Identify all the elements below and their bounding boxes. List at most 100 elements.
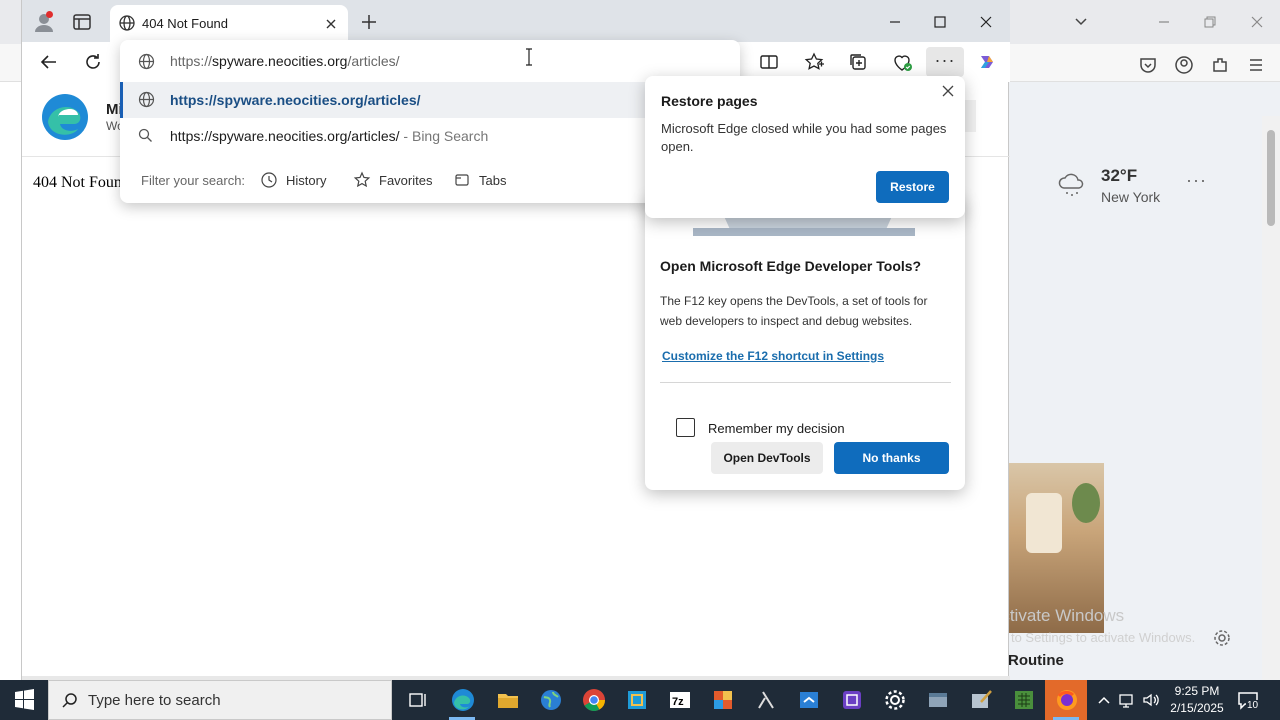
history-clock-icon bbox=[261, 172, 277, 188]
minimize-icon[interactable] bbox=[884, 12, 906, 32]
devtools-prompt-dialog: Open Microsoft Edge Developer Tools? The… bbox=[645, 196, 965, 490]
taskbar-terminal-app[interactable] bbox=[744, 680, 786, 720]
taskbar-clock[interactable]: 9:25 PM 2/15/2025 bbox=[1162, 683, 1232, 717]
colorful-app-icon bbox=[714, 691, 732, 709]
window-icon bbox=[929, 693, 947, 707]
new-tab-icon[interactable] bbox=[360, 13, 378, 31]
filter-history-button[interactable]: History bbox=[260, 166, 326, 194]
close-window-icon[interactable] bbox=[975, 12, 997, 32]
lambda-icon bbox=[758, 691, 774, 709]
browser-essentials-icon[interactable] bbox=[890, 50, 914, 74]
address-bar-url[interactable]: https://spyware.neocities.org/articles/ bbox=[170, 53, 400, 69]
remote-desktop-icon bbox=[800, 692, 818, 708]
close-icon[interactable] bbox=[324, 17, 338, 31]
taskbar-file-explorer[interactable] bbox=[486, 680, 528, 720]
taskbar-edge[interactable] bbox=[441, 680, 483, 720]
svg-text:7z: 7z bbox=[672, 696, 684, 708]
taskbar: Type here to search 7z 9:25 PM 2/15/2025… bbox=[0, 680, 1280, 720]
task-view-button[interactable] bbox=[396, 680, 438, 720]
taskbar-search-placeholder: Type here to search bbox=[88, 692, 221, 709]
customize-shortcut-link[interactable]: Customize the F12 shortcut in Settings bbox=[662, 349, 884, 363]
favorites-star-icon[interactable] bbox=[802, 50, 826, 74]
taskbar-purple-app[interactable] bbox=[830, 680, 872, 720]
tab-actions-icon[interactable] bbox=[69, 9, 95, 35]
activation-watermark-subtitle: Go to Settings to activate Windows. bbox=[990, 630, 1196, 645]
weather-city: New York bbox=[1101, 189, 1161, 205]
restore-button[interactable]: Restore bbox=[876, 171, 949, 203]
remember-decision-label[interactable]: Remember my decision bbox=[708, 421, 845, 436]
tool-icon bbox=[972, 690, 992, 708]
restore-window-icon[interactable] bbox=[1198, 10, 1222, 34]
divider bbox=[660, 382, 951, 383]
taskbar-app-green[interactable] bbox=[1002, 680, 1044, 720]
settings-and-more-button[interactable]: ··· bbox=[926, 47, 964, 77]
url-host: spyware.neocities.org bbox=[212, 53, 348, 69]
restore-dialog-body: Microsoft Edge closed while you had some… bbox=[661, 121, 947, 154]
filter-tabs-button[interactable]: Tabs bbox=[453, 166, 506, 194]
filter-label: Filter your search: bbox=[141, 173, 246, 188]
search-suggestion-suffix: - Bing Search bbox=[399, 128, 489, 144]
url-scheme: https:// bbox=[170, 53, 213, 69]
7zip-icon: 7z bbox=[670, 692, 690, 708]
profile-alert-dot bbox=[46, 11, 53, 18]
taskbar-app-window[interactable] bbox=[916, 680, 958, 720]
search-icon bbox=[62, 693, 77, 708]
taskbar-globe-app[interactable] bbox=[529, 680, 571, 720]
clock-time: 9:25 PM bbox=[1174, 684, 1220, 698]
open-devtools-button[interactable]: Open DevTools bbox=[711, 442, 823, 474]
tabstrip: 404 Not Found bbox=[22, 0, 1010, 42]
text-cursor-icon bbox=[526, 48, 532, 66]
minimize-icon[interactable] bbox=[1152, 10, 1176, 34]
chevron-down-icon[interactable] bbox=[1072, 12, 1090, 30]
more-dots-icon: ··· bbox=[934, 50, 956, 70]
back-arrow-icon[interactable] bbox=[38, 51, 60, 73]
windows-start-icon[interactable] bbox=[0, 680, 48, 720]
url-suggestion-text: https://spyware.neocities.org/articles/ bbox=[170, 92, 421, 108]
menu-icon[interactable] bbox=[1245, 54, 1267, 76]
clock-date: 2/15/2025 bbox=[1170, 701, 1224, 715]
more-options-icon[interactable]: ··· bbox=[1186, 170, 1207, 191]
taskbar-settings[interactable] bbox=[873, 680, 915, 720]
account-icon[interactable] bbox=[1173, 54, 1195, 76]
tab-404-not-found[interactable]: 404 Not Found bbox=[110, 5, 348, 42]
refresh-icon[interactable] bbox=[82, 51, 104, 73]
activation-watermark-title: Activate Windows bbox=[990, 606, 1125, 625]
volume-icon[interactable] bbox=[1141, 690, 1161, 710]
pocket-icon[interactable] bbox=[1137, 54, 1159, 76]
gear-icon bbox=[885, 690, 905, 710]
globe-icon bbox=[138, 91, 155, 108]
taskbar-app-teal[interactable] bbox=[615, 680, 657, 720]
address-bar[interactable]: https://spyware.neocities.org/articles/ bbox=[120, 40, 740, 82]
taskbar-chrome[interactable] bbox=[572, 680, 614, 720]
restore-pages-dialog: Restore pages Microsoft Edge closed whil… bbox=[645, 76, 965, 218]
tabs-icon bbox=[455, 174, 469, 186]
remember-decision-checkbox[interactable] bbox=[676, 418, 695, 437]
taskbar-7zip[interactable]: 7z bbox=[658, 680, 700, 720]
globe-app-icon bbox=[541, 690, 561, 710]
collections-icon[interactable] bbox=[846, 50, 870, 74]
maximize-icon[interactable] bbox=[929, 12, 951, 32]
taskbar-firefox[interactable] bbox=[1045, 680, 1087, 720]
extensions-icon[interactable] bbox=[1209, 54, 1231, 76]
taskbar-remote-app[interactable] bbox=[787, 680, 829, 720]
taskbar-app-colorful[interactable] bbox=[701, 680, 743, 720]
taskbar-search-box[interactable]: Type here to search bbox=[48, 680, 392, 720]
scrollbar-thumb[interactable] bbox=[1267, 130, 1275, 226]
close-icon[interactable] bbox=[1245, 10, 1269, 34]
url-path: /articles/ bbox=[347, 53, 400, 69]
split-screen-icon[interactable] bbox=[757, 50, 781, 74]
scrollbar[interactable] bbox=[1262, 116, 1280, 680]
firefox-icon bbox=[1057, 690, 1077, 710]
no-thanks-button[interactable]: No thanks bbox=[834, 442, 949, 474]
weather-temperature: 32°F bbox=[1101, 166, 1138, 185]
weather-widget[interactable]: 32°F New York bbox=[1056, 164, 1246, 214]
news-headline[interactable]: Routine bbox=[1008, 652, 1128, 669]
filter-favorites-button[interactable]: Favorites bbox=[353, 166, 432, 194]
network-icon[interactable] bbox=[1117, 690, 1137, 710]
close-icon[interactable] bbox=[941, 84, 955, 98]
taskbar-app-tool[interactable] bbox=[959, 680, 1001, 720]
copilot-icon[interactable] bbox=[975, 50, 999, 74]
profile-icon[interactable] bbox=[31, 9, 57, 35]
gear-icon[interactable] bbox=[1212, 628, 1232, 648]
chevron-up-icon[interactable] bbox=[1094, 690, 1114, 710]
